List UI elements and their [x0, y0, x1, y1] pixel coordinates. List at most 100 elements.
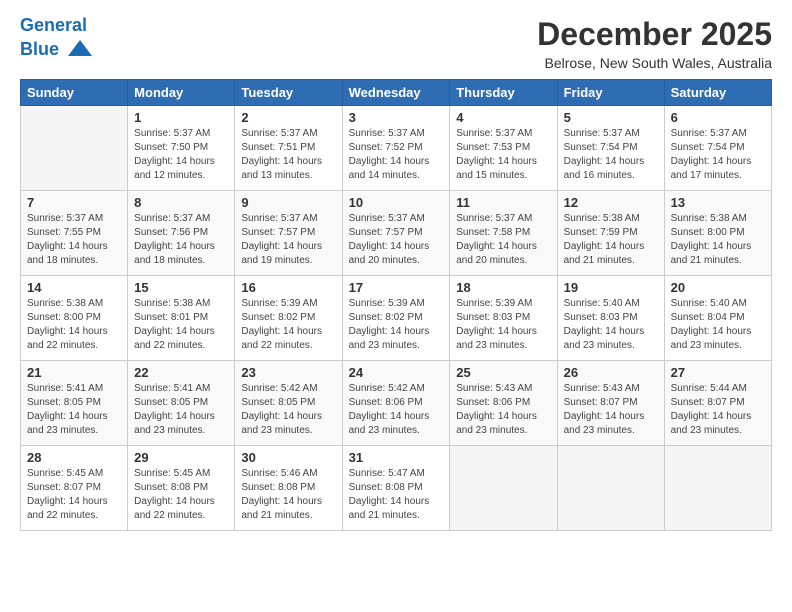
page-header: General Blue December 2025 Belrose, New … [20, 16, 772, 71]
subtitle: Belrose, New South Wales, Australia [537, 55, 772, 71]
title-block: December 2025 Belrose, New South Wales, … [537, 16, 772, 71]
day-info: Sunrise: 5:46 AMSunset: 8:08 PMDaylight:… [241, 467, 335, 523]
calendar-cell [557, 446, 664, 531]
day-number: 19 [564, 280, 658, 295]
calendar-cell: 9 Sunrise: 5:37 AMSunset: 7:57 PMDaylight… [235, 191, 342, 276]
calendar-cell: 11Sunrise: 5:37 AMSunset: 7:58 PMDayligh… [450, 191, 557, 276]
day-info: Sunrise: 5:40 AMSunset: 8:03 PMDaylight:… [564, 297, 658, 353]
calendar-cell: 10Sunrise: 5:37 AMSunset: 7:57 PMDayligh… [342, 191, 450, 276]
day-info: Sunrise: 5:42 AMSunset: 8:06 PMDaylight:… [349, 382, 444, 438]
day-number: 14 [27, 280, 121, 295]
day-number: 22 [134, 365, 228, 380]
day-info: Sunrise: 5:37 AMSunset: 7:57 PMDaylight:… [241, 212, 335, 268]
calendar-cell: 25 Sunrise: 5:43 AMSunset: 8:06 PMDayligh… [450, 361, 557, 446]
day-number: 8 [134, 195, 228, 210]
day-number: 9 [241, 195, 335, 210]
day-number: 28 [27, 450, 121, 465]
day-header-sunday: Sunday [21, 80, 128, 106]
week-row-5: 28 Sunrise: 5:45 AMSunset: 8:07 PMDayligh… [21, 446, 772, 531]
calendar-cell: 5Sunrise: 5:37 AMSunset: 7:54 PMDaylight… [557, 106, 664, 191]
day-header-tuesday: Tuesday [235, 80, 342, 106]
calendar-cell: 14 Sunrise: 5:38 AMSunset: 8:00 PMDayligh… [21, 276, 128, 361]
day-number: 1 [134, 110, 228, 125]
day-info: Sunrise: 5:41 AMSunset: 8:05 PMDaylight:… [134, 382, 228, 438]
logo-text: General [20, 16, 94, 36]
calendar-cell: 27 Sunrise: 5:44 AMSunset: 8:07 PMDayligh… [664, 361, 771, 446]
day-number: 15 [134, 280, 228, 295]
calendar-cell: 20 Sunrise: 5:40 AMSunset: 8:04 PMDayligh… [664, 276, 771, 361]
day-number: 30 [241, 450, 335, 465]
day-number: 7 [27, 195, 121, 210]
calendar-cell: 12Sunrise: 5:38 AMSunset: 7:59 PMDayligh… [557, 191, 664, 276]
logo-text2: Blue [20, 36, 94, 64]
day-info: Sunrise: 5:37 AMSunset: 7:52 PMDaylight:… [349, 127, 444, 183]
calendar-cell: 7 Sunrise: 5:37 AMSunset: 7:55 PMDaylight… [21, 191, 128, 276]
calendar-cell: 1 Sunrise: 5:37 AMSunset: 7:50 PMDaylight… [128, 106, 235, 191]
day-header-thursday: Thursday [450, 80, 557, 106]
day-number: 23 [241, 365, 335, 380]
calendar-cell: 31Sunrise: 5:47 AMSunset: 8:08 PMDayligh… [342, 446, 450, 531]
day-number: 24 [349, 365, 444, 380]
week-row-2: 7 Sunrise: 5:37 AMSunset: 7:55 PMDaylight… [21, 191, 772, 276]
calendar-cell: 4Sunrise: 5:37 AMSunset: 7:53 PMDaylight… [450, 106, 557, 191]
day-info: Sunrise: 5:38 AMSunset: 8:00 PMDaylight:… [27, 297, 121, 353]
day-info: Sunrise: 5:37 AMSunset: 7:53 PMDaylight:… [456, 127, 550, 183]
day-number: 20 [671, 280, 765, 295]
calendar-table: SundayMondayTuesdayWednesdayThursdayFrid… [20, 79, 772, 531]
day-info: Sunrise: 5:37 AMSunset: 7:54 PMDaylight:… [564, 127, 658, 183]
calendar-cell: 6Sunrise: 5:37 AMSunset: 7:54 PMDaylight… [664, 106, 771, 191]
calendar-cell: 18 Sunrise: 5:39 AMSunset: 8:03 PMDayligh… [450, 276, 557, 361]
day-info: Sunrise: 5:42 AMSunset: 8:05 PMDaylight:… [241, 382, 335, 438]
day-info: Sunrise: 5:45 AMSunset: 8:07 PMDaylight:… [27, 467, 121, 523]
day-number: 2 [241, 110, 335, 125]
day-info: Sunrise: 5:37 AMSunset: 7:55 PMDaylight:… [27, 212, 121, 268]
calendar-cell: 2Sunrise: 5:37 AMSunset: 7:51 PMDaylight… [235, 106, 342, 191]
calendar-cell: 22 Sunrise: 5:41 AMSunset: 8:05 PMDayligh… [128, 361, 235, 446]
week-row-3: 14 Sunrise: 5:38 AMSunset: 8:00 PMDayligh… [21, 276, 772, 361]
day-header-monday: Monday [128, 80, 235, 106]
day-info: Sunrise: 5:43 AMSunset: 8:06 PMDaylight:… [456, 382, 550, 438]
calendar-cell: 29Sunrise: 5:45 AMSunset: 8:08 PMDayligh… [128, 446, 235, 531]
day-number: 13 [671, 195, 765, 210]
day-number: 3 [349, 110, 444, 125]
day-number: 18 [456, 280, 550, 295]
day-info: Sunrise: 5:44 AMSunset: 8:07 PMDaylight:… [671, 382, 765, 438]
day-info: Sunrise: 5:38 AMSunset: 8:00 PMDaylight:… [671, 212, 765, 268]
calendar-cell: 13 Sunrise: 5:38 AMSunset: 8:00 PMDayligh… [664, 191, 771, 276]
day-header-saturday: Saturday [664, 80, 771, 106]
day-number: 25 [456, 365, 550, 380]
day-info: Sunrise: 5:39 AMSunset: 8:02 PMDaylight:… [241, 297, 335, 353]
day-number: 6 [671, 110, 765, 125]
day-info: Sunrise: 5:43 AMSunset: 8:07 PMDaylight:… [564, 382, 658, 438]
day-info: Sunrise: 5:37 AMSunset: 7:50 PMDaylight:… [134, 127, 228, 183]
day-number: 26 [564, 365, 658, 380]
calendar-cell: 26 Sunrise: 5:43 AMSunset: 8:07 PMDayligh… [557, 361, 664, 446]
day-number: 16 [241, 280, 335, 295]
calendar-cell: 8 Sunrise: 5:37 AMSunset: 7:56 PMDaylight… [128, 191, 235, 276]
calendar-header-row: SundayMondayTuesdayWednesdayThursdayFrid… [21, 80, 772, 106]
calendar-cell: 30 Sunrise: 5:46 AMSunset: 8:08 PMDayligh… [235, 446, 342, 531]
day-header-wednesday: Wednesday [342, 80, 450, 106]
week-row-1: 1 Sunrise: 5:37 AMSunset: 7:50 PMDaylight… [21, 106, 772, 191]
day-info: Sunrise: 5:45 AMSunset: 8:08 PMDaylight:… [134, 467, 228, 523]
day-info: Sunrise: 5:41 AMSunset: 8:05 PMDaylight:… [27, 382, 121, 438]
day-info: Sunrise: 5:39 AMSunset: 8:03 PMDaylight:… [456, 297, 550, 353]
logo: General Blue [20, 16, 94, 64]
day-number: 21 [27, 365, 121, 380]
calendar-cell: 15 Sunrise: 5:38 AMSunset: 8:01 PMDayligh… [128, 276, 235, 361]
day-info: Sunrise: 5:37 AMSunset: 7:58 PMDaylight:… [456, 212, 550, 268]
week-row-4: 21 Sunrise: 5:41 AMSunset: 8:05 PMDayligh… [21, 361, 772, 446]
calendar-cell: 16 Sunrise: 5:39 AMSunset: 8:02 PMDayligh… [235, 276, 342, 361]
calendar-cell: 21 Sunrise: 5:41 AMSunset: 8:05 PMDayligh… [21, 361, 128, 446]
day-info: Sunrise: 5:37 AMSunset: 7:57 PMDaylight:… [349, 212, 444, 268]
calendar-cell: 23 Sunrise: 5:42 AMSunset: 8:05 PMDayligh… [235, 361, 342, 446]
day-number: 12 [564, 195, 658, 210]
calendar-cell [450, 446, 557, 531]
day-info: Sunrise: 5:40 AMSunset: 8:04 PMDaylight:… [671, 297, 765, 353]
day-info: Sunrise: 5:37 AMSunset: 7:56 PMDaylight:… [134, 212, 228, 268]
main-title: December 2025 [537, 16, 772, 53]
day-number: 27 [671, 365, 765, 380]
day-info: Sunrise: 5:39 AMSunset: 8:02 PMDaylight:… [349, 297, 444, 353]
day-info: Sunrise: 5:38 AMSunset: 8:01 PMDaylight:… [134, 297, 228, 353]
day-header-friday: Friday [557, 80, 664, 106]
